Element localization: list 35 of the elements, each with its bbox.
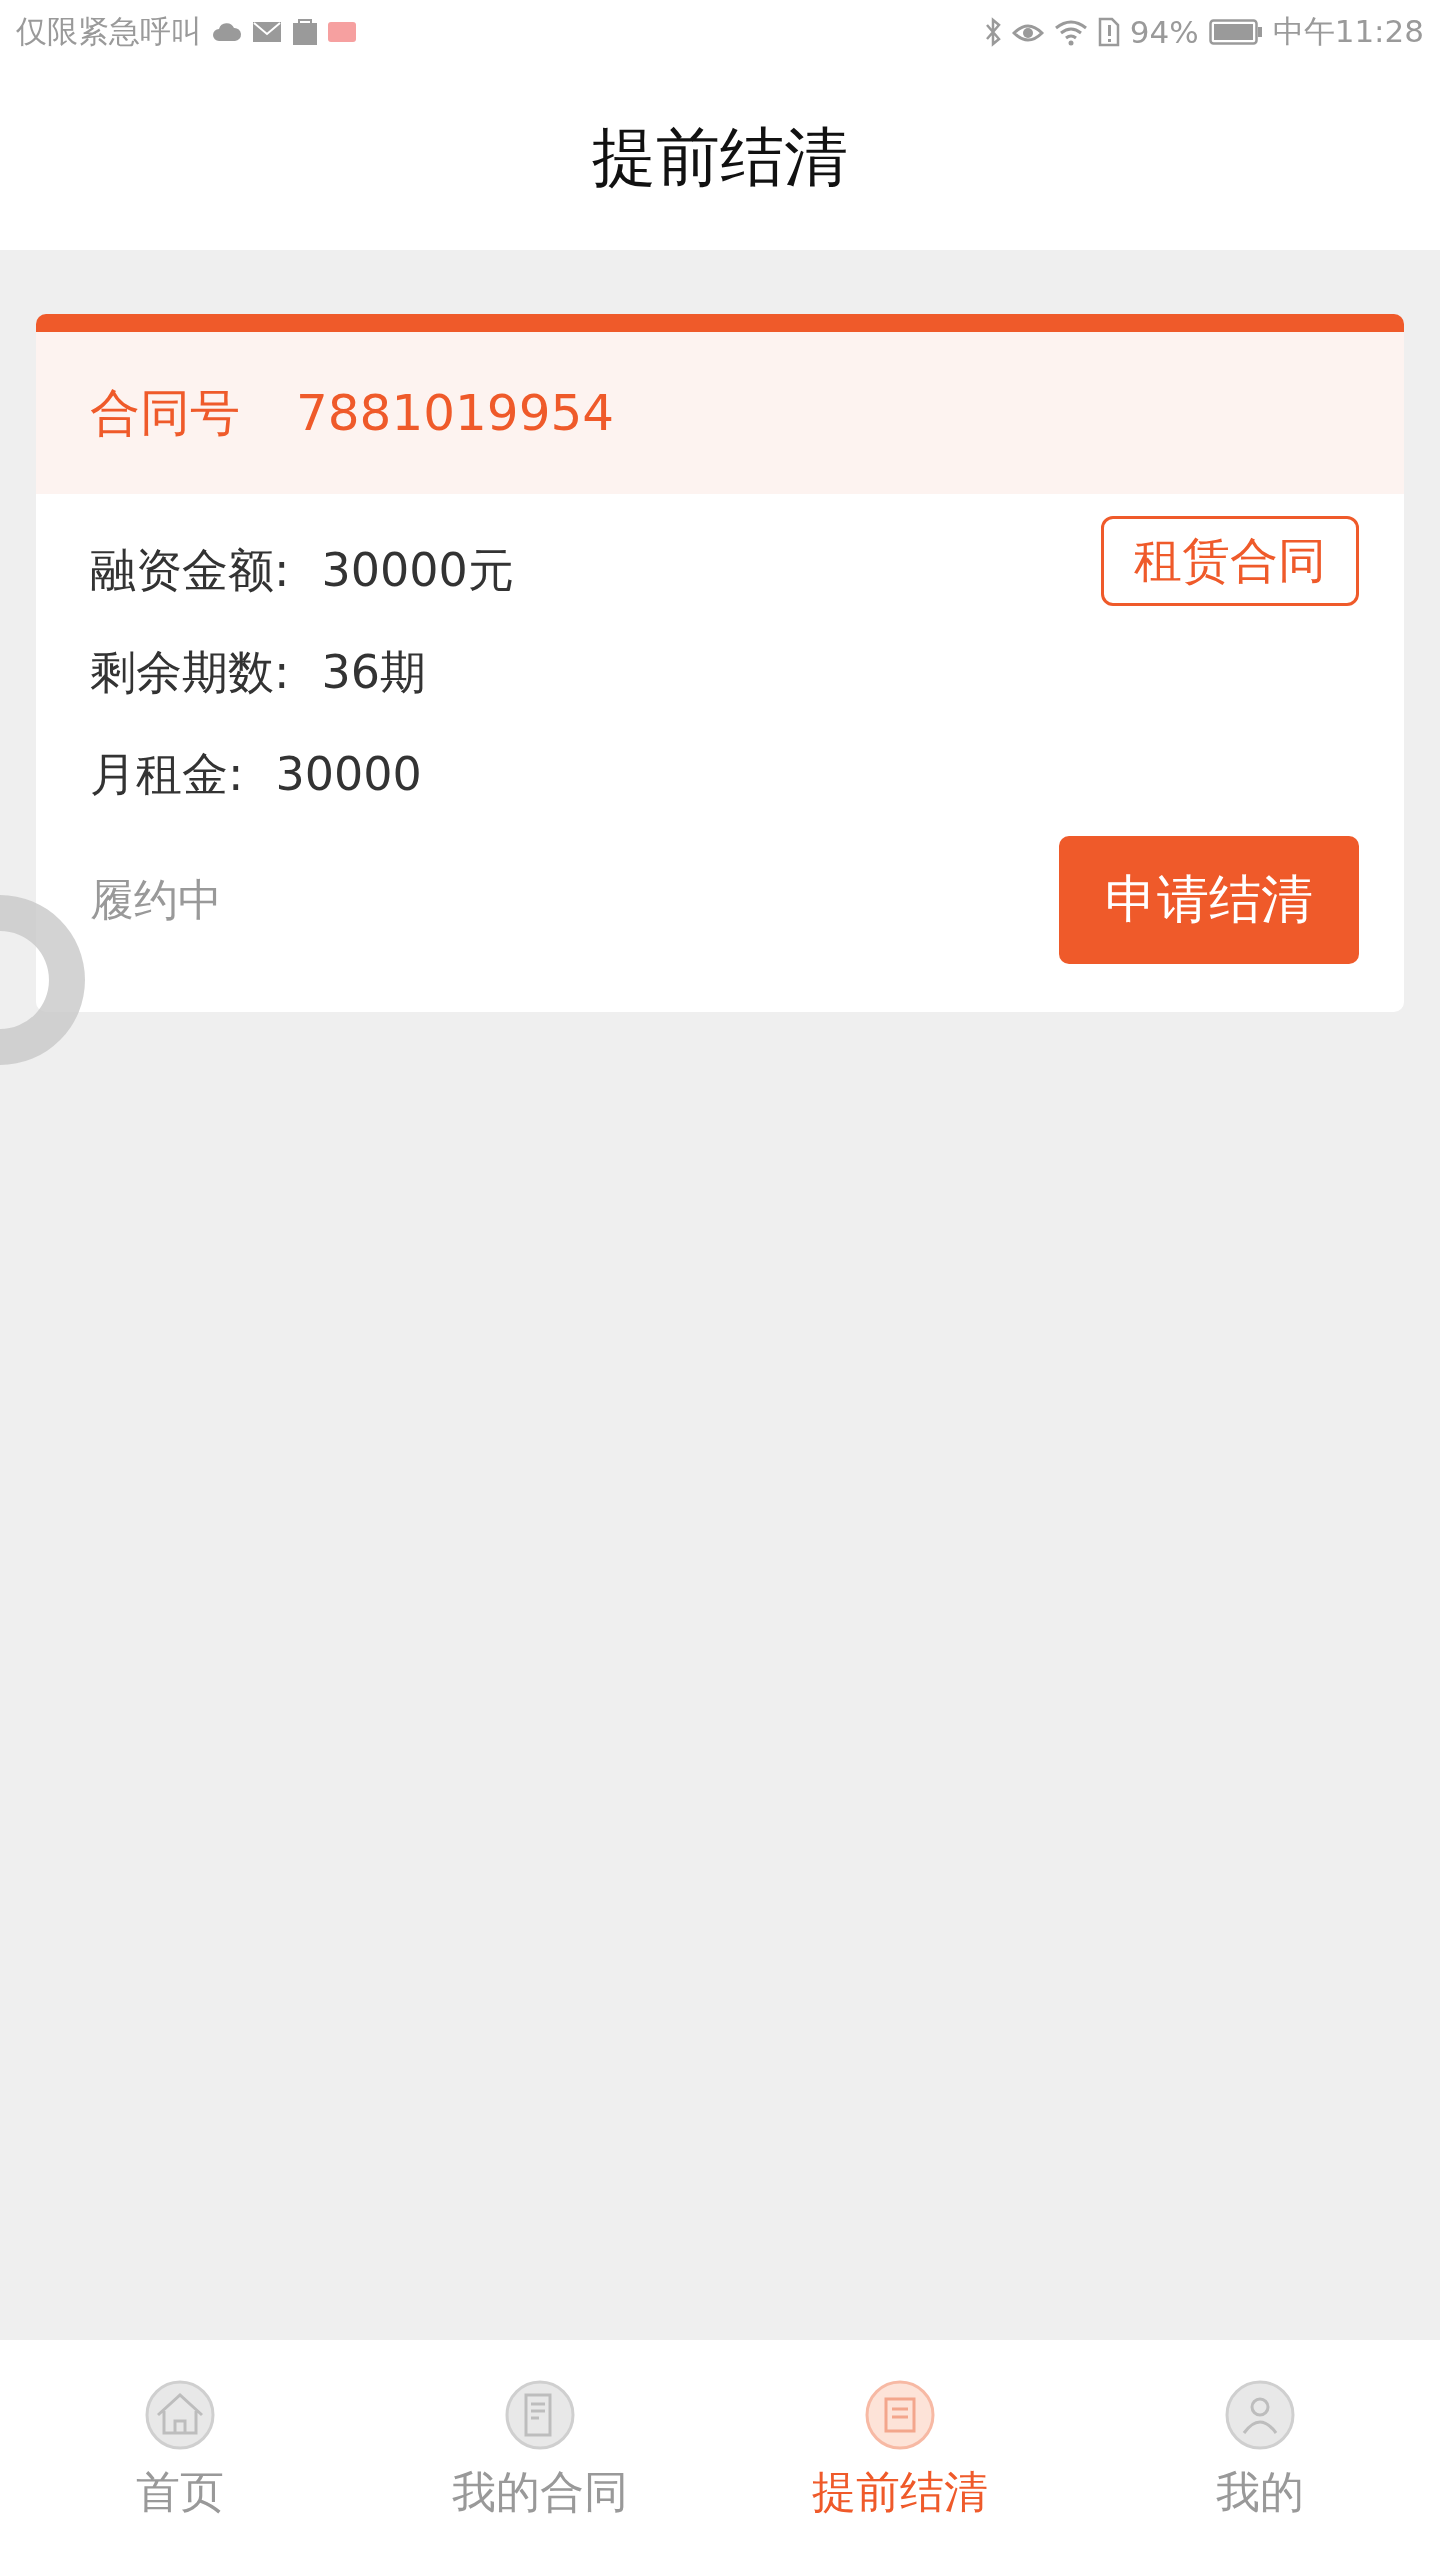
field-label: 剩余期数: — [90, 644, 290, 701]
nav-tab[interactable]: 我的 — [1080, 2340, 1440, 2560]
mail-icon — [252, 20, 282, 44]
bluetooth-icon — [983, 17, 1002, 47]
status-notice: 仅限紧急呼叫 — [16, 12, 202, 51]
tab-label: 提前结清 — [812, 2464, 988, 2519]
contract-status: 履约中 — [90, 872, 222, 927]
field-label: 融资金额: — [90, 542, 290, 599]
field-value: 36期 — [321, 644, 427, 701]
bag-icon — [292, 18, 318, 46]
contract-number-label: 合同号 — [90, 382, 240, 444]
field-value: 30000 — [275, 746, 422, 803]
cloud-icon — [212, 21, 242, 43]
tab-icon — [504, 2378, 576, 2451]
tab-icon — [1224, 2378, 1296, 2451]
field-label: 月租金: — [90, 746, 244, 803]
tab-label: 首页 — [136, 2464, 224, 2519]
settle-button[interactable]: 申请结清 — [1059, 836, 1359, 964]
nav-tab[interactable]: 我的合同 — [360, 2340, 720, 2560]
field-value: 30000元 — [321, 542, 514, 599]
nav-tab[interactable]: 提前结清 — [720, 2340, 1080, 2560]
battery-percent: 94% — [1129, 14, 1199, 50]
wifi-icon — [1053, 18, 1088, 46]
tab-label: 我的合同 — [452, 2464, 628, 2519]
tab-label: 我的 — [1216, 2464, 1304, 2519]
lease-contract-button[interactable]: 租赁合同 — [1101, 516, 1359, 606]
nav-tab[interactable]: 首页 — [0, 2340, 360, 2560]
status-time: 中午11:28 — [1272, 12, 1424, 51]
tab-icon — [144, 2378, 216, 2451]
app-icon — [328, 22, 356, 42]
contract-number: 7881019954 — [296, 384, 615, 442]
battery-icon — [1208, 19, 1263, 45]
tab-icon — [864, 2378, 936, 2451]
sim-alert-icon — [1097, 17, 1120, 47]
page-title: 提前结清 — [592, 118, 848, 196]
